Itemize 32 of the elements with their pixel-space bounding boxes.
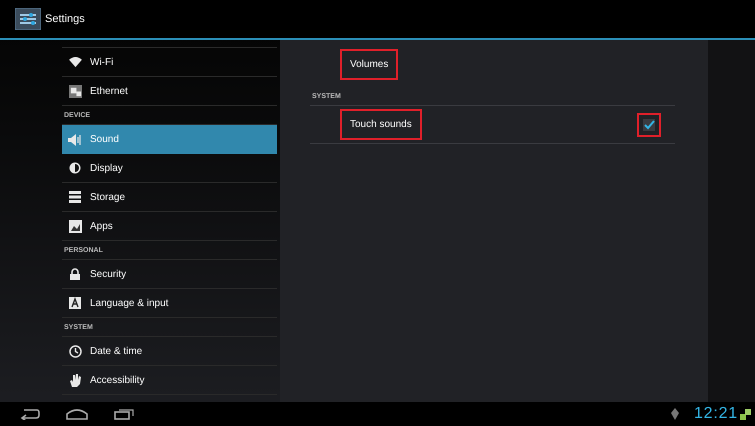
sidebar-item[interactable]: Sound [62,125,277,154]
sidebar-item[interactable]: Storage [62,183,277,212]
clock-icon [68,344,82,358]
storage-icon [69,191,81,203]
ethernet-icon [68,84,82,98]
network-icon [740,408,751,420]
home-icon[interactable] [66,408,88,420]
sidebar-item[interactable]: Security [62,260,277,289]
back-icon[interactable] [20,408,40,420]
usb-icon [670,408,680,420]
checkmark-icon [643,118,655,130]
app-title: Settings [45,12,85,27]
picture-icon [68,220,82,232]
checkbox[interactable] [639,114,659,134]
settings-app-icon[interactable] [15,8,41,30]
sidebar-item[interactable]: Display [62,154,277,183]
wifi-icon [68,56,82,68]
speaker-icon [68,134,82,146]
recent-apps-icon[interactable] [114,408,134,420]
setting-label[interactable]: Volumes [342,50,396,78]
sidebar-item[interactable]: Apps [62,212,277,241]
sidebar-item[interactable]: Language & input [62,289,277,318]
hand-icon [69,374,81,386]
keyboard-letter-icon [69,297,81,309]
clock: 12:21 [694,404,738,424]
contrast-icon [69,162,81,174]
sidebar-item[interactable]: Ethernet [62,77,277,106]
sidebar-item[interactable]: Wi-Fi [62,48,277,77]
lock-icon [70,268,80,280]
sidebar-item[interactable]: Accessibility [62,366,277,395]
setting-label[interactable]: Touch sounds [342,111,420,138]
sidebar-item[interactable]: Date & time [62,337,277,366]
